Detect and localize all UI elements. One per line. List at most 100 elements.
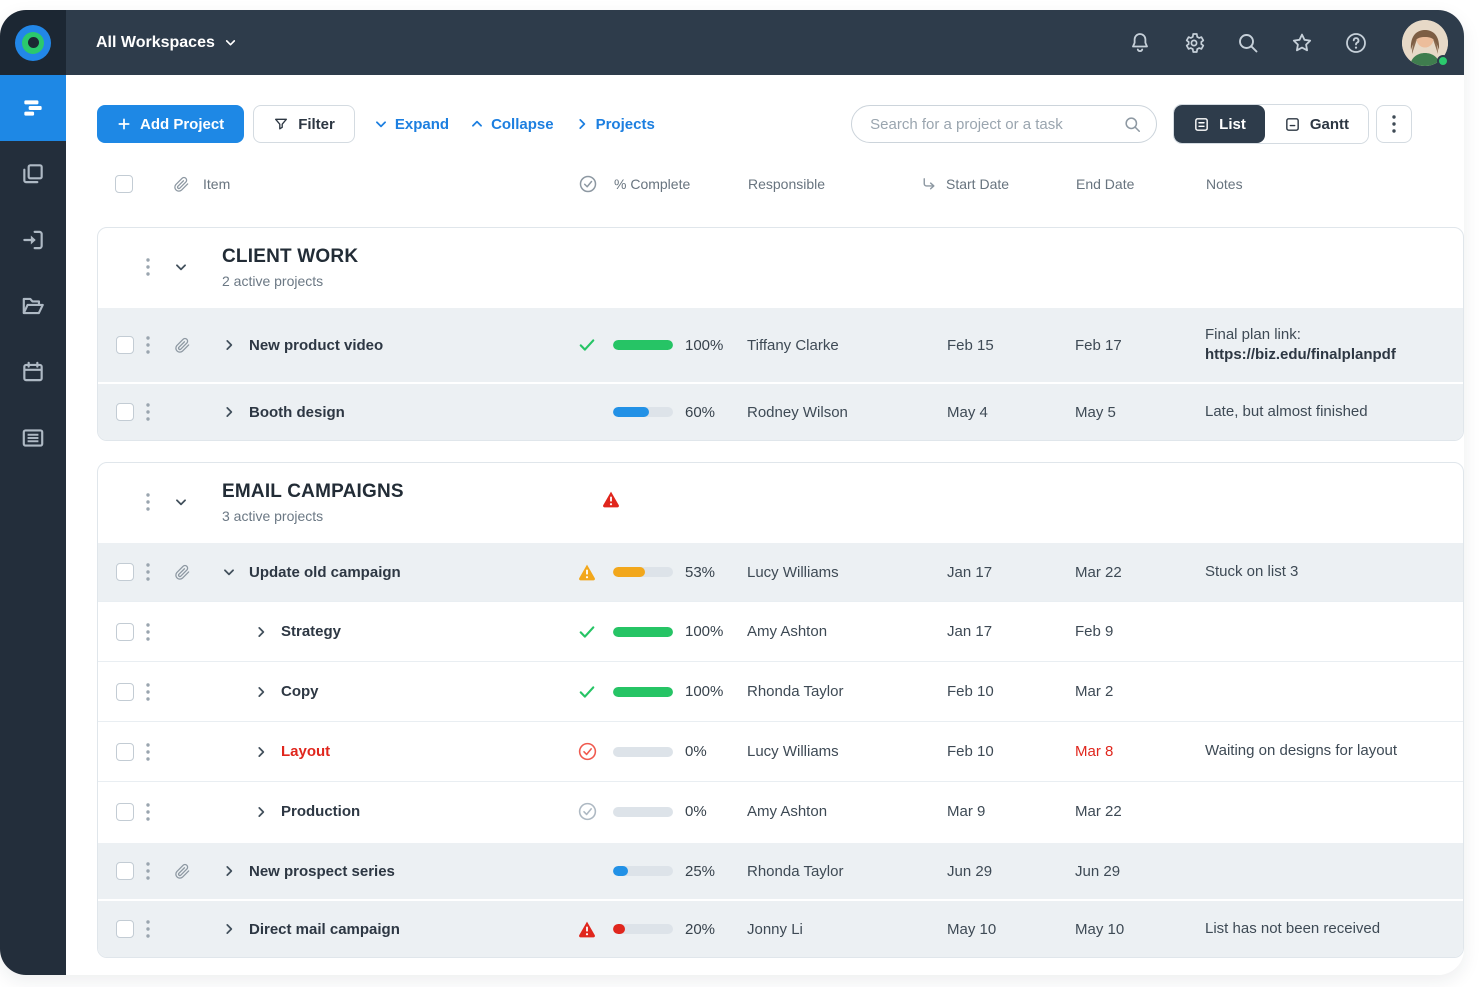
progress-bar <box>613 924 673 934</box>
table-row[interactable]: Layout 0% Lucy Williams Feb 10 Mar 8 Wai… <box>98 721 1463 781</box>
table-row[interactable]: Direct mail campaign 20% Jonny Li May 10… <box>98 899 1463 957</box>
paperclip-icon <box>174 863 191 880</box>
workspace-switcher[interactable]: All Workspaces <box>96 34 237 52</box>
group-title[interactable]: EMAIL CAMPAIGNS <box>222 481 1439 503</box>
percent-value: 100% <box>677 337 729 354</box>
note-link[interactable]: https://biz.edu/finalplanpdf <box>1205 346 1396 363</box>
search-input[interactable] <box>870 116 1123 133</box>
settings-gear-icon[interactable] <box>1182 31 1206 55</box>
main-content: Add Project Filter Expand Collapse Proje… <box>66 75 1464 975</box>
search-icon[interactable] <box>1236 31 1260 55</box>
chevron-down-icon[interactable] <box>174 495 188 509</box>
sidebar-item-import[interactable] <box>0 207 66 273</box>
end-date-value: Mar 22 <box>1057 803 1187 820</box>
row-checkbox[interactable] <box>116 803 134 821</box>
chevron-right-icon[interactable] <box>222 864 236 878</box>
start-date-value: Feb 10 <box>929 743 1057 760</box>
table-row[interactable]: New product video 100% Tiffany Clarke Fe… <box>98 306 1463 382</box>
row-checkbox[interactable] <box>116 920 134 938</box>
task-name[interactable]: Production <box>281 803 360 820</box>
expand-link[interactable]: Expand <box>374 116 449 133</box>
notes-value: Final plan link: https://biz.edu/finalpl… <box>1187 325 1439 366</box>
chevron-down-icon[interactable] <box>222 565 236 579</box>
project-name[interactable]: Update old campaign <box>249 564 401 581</box>
project-name[interactable]: New prospect series <box>249 863 395 880</box>
projects-link[interactable]: Projects <box>575 116 655 133</box>
group-title[interactable]: CLIENT WORK <box>222 246 1439 268</box>
group-subtitle: 3 active projects <box>222 508 1439 524</box>
kebab-menu-icon[interactable] <box>146 258 150 276</box>
search-icon[interactable] <box>1123 115 1142 134</box>
view-toggle: List Gantt <box>1173 104 1369 144</box>
kebab-menu-icon[interactable] <box>146 683 150 701</box>
chevron-right-icon[interactable] <box>254 805 268 819</box>
row-checkbox[interactable] <box>116 336 134 354</box>
sidebar-item-calendar[interactable] <box>0 339 66 405</box>
kebab-menu-icon[interactable] <box>146 623 150 641</box>
task-name[interactable]: Layout <box>281 743 330 760</box>
list-view-icon <box>1193 116 1210 133</box>
check-icon <box>577 622 597 642</box>
chevron-right-icon[interactable] <box>254 745 268 759</box>
table-header: Item % Complete Responsible Start Date E… <box>97 162 1464 206</box>
chevron-right-icon[interactable] <box>222 405 236 419</box>
more-options-button[interactable] <box>1376 105 1412 143</box>
row-checkbox[interactable] <box>116 403 134 421</box>
row-checkbox[interactable] <box>116 683 134 701</box>
app-logo[interactable] <box>0 10 66 75</box>
collapse-link[interactable]: Collapse <box>470 116 554 133</box>
chevron-right-icon[interactable] <box>222 922 236 936</box>
chevron-down-icon[interactable] <box>174 260 188 274</box>
chevron-right-icon[interactable] <box>254 685 268 699</box>
table-row[interactable]: Update old campaign 53% Lucy Williams Ja… <box>98 541 1463 601</box>
row-checkbox[interactable] <box>116 862 134 880</box>
sidebar-item-projects-folder[interactable] <box>0 273 66 339</box>
search-bar <box>851 105 1157 143</box>
kebab-menu-icon[interactable] <box>146 336 150 354</box>
kebab-menu-icon[interactable] <box>146 803 150 821</box>
project-name[interactable]: New product video <box>249 337 383 354</box>
filter-button[interactable]: Filter <box>253 105 355 143</box>
import-icon <box>20 227 46 253</box>
project-name[interactable]: Direct mail campaign <box>249 921 400 938</box>
star-icon[interactable] <box>1290 31 1314 55</box>
table-row[interactable]: Copy 100% Rhonda Taylor Feb 10 Mar 2 <box>98 661 1463 721</box>
sidebar-item-task-list[interactable] <box>0 405 66 471</box>
user-avatar[interactable] <box>1402 20 1448 66</box>
table-row[interactable]: New prospect series 25% Rhonda Taylor Ju… <box>98 841 1463 899</box>
kebab-menu-icon[interactable] <box>146 563 150 581</box>
start-date-value: Feb 10 <box>929 683 1057 700</box>
bell-icon[interactable] <box>1128 31 1152 55</box>
project-name[interactable]: Booth design <box>249 404 345 421</box>
chevron-right-icon[interactable] <box>254 625 268 639</box>
row-checkbox[interactable] <box>116 743 134 761</box>
table-row[interactable]: Strategy 100% Amy Ashton Jan 17 Feb 9 <box>98 601 1463 661</box>
filter-funnel-icon <box>273 116 289 132</box>
task-name[interactable]: Copy <box>281 683 319 700</box>
chevron-right-icon[interactable] <box>222 338 236 352</box>
task-name[interactable]: Strategy <box>281 623 341 640</box>
list-view-button[interactable]: List <box>1174 105 1265 143</box>
row-checkbox[interactable] <box>116 563 134 581</box>
table-row[interactable]: Production 0% Amy Ashton Mar 9 Mar 22 <box>98 781 1463 841</box>
table-row[interactable]: Booth design 60% Rodney Wilson May 4 May… <box>98 382 1463 440</box>
row-checkbox[interactable] <box>116 623 134 641</box>
kebab-menu-icon[interactable] <box>146 743 150 761</box>
select-all-checkbox[interactable] <box>115 175 133 193</box>
kebab-menu-icon[interactable] <box>146 403 150 421</box>
end-date-value: May 10 <box>1057 921 1187 938</box>
kebab-menu-icon[interactable] <box>146 862 150 880</box>
help-icon[interactable] <box>1344 31 1368 55</box>
check-icon <box>577 335 597 355</box>
group-header: EMAIL CAMPAIGNS 3 active projects <box>98 463 1463 541</box>
percent-value: 60% <box>677 404 729 421</box>
task-list-icon <box>20 425 46 451</box>
column-end-date: End Date <box>1058 176 1188 192</box>
kebab-menu-icon[interactable] <box>146 920 150 938</box>
sidebar-item-plan-timeline[interactable] <box>0 75 66 141</box>
end-date-value: Mar 22 <box>1057 564 1187 581</box>
kebab-menu-icon[interactable] <box>146 493 150 511</box>
sidebar-item-boards[interactable] <box>0 141 66 207</box>
gantt-view-button[interactable]: Gantt <box>1265 105 1368 143</box>
add-project-button[interactable]: Add Project <box>97 105 244 143</box>
